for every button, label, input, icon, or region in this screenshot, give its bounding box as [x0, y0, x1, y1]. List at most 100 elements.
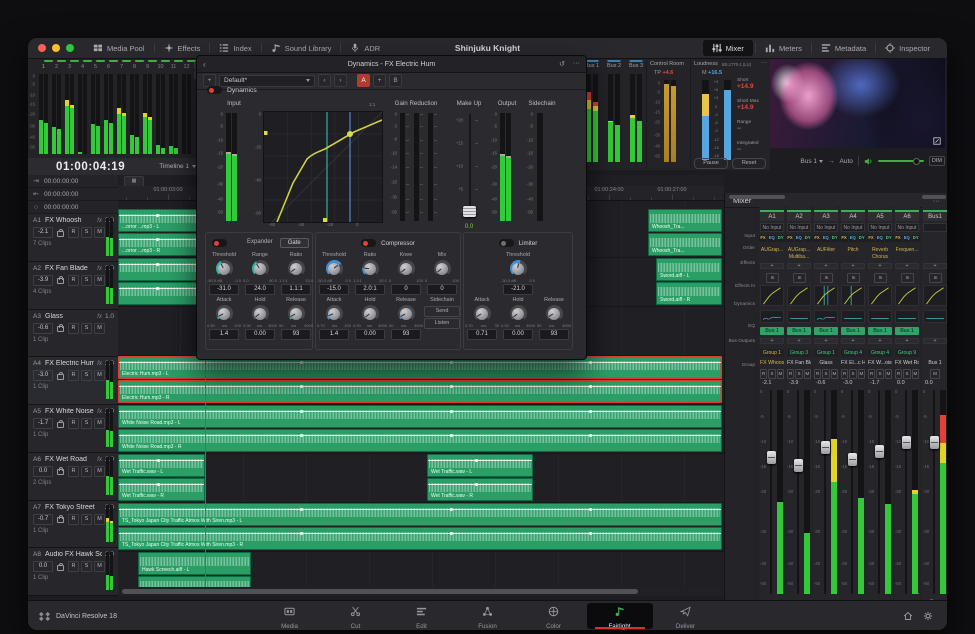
order-fx-chip[interactable]: FX — [759, 235, 766, 242]
automation-point[interactable] — [156, 287, 159, 290]
mixer-input-selector[interactable]: No Input — [787, 223, 811, 232]
audio-clip[interactable]: Hawk Screech.aiff - L — [138, 552, 251, 575]
knob[interactable] — [216, 305, 233, 322]
mixer-eq-thumbnail[interactable] — [923, 310, 947, 323]
reset-icon[interactable]: ↺ — [559, 60, 565, 68]
knob[interactable] — [546, 305, 563, 322]
automation-point[interactable] — [300, 385, 303, 388]
mixer-add-effect-button[interactable]: + — [760, 263, 784, 269]
audio-clip[interactable]: Sword.aiff - L — [656, 258, 722, 281]
fader-handle[interactable] — [930, 436, 939, 449]
toolbar-inspector-button[interactable]: Inspector — [876, 38, 939, 58]
knob[interactable] — [398, 305, 415, 322]
track-m-button[interactable]: M — [94, 275, 105, 286]
knob-value[interactable]: 0.00 — [245, 329, 275, 340]
mixer-strip-bus1[interactable]: Bus1+In+Bus 1M0.00-5-10-15-20-30-40-50 — [922, 207, 947, 600]
mixer-add-effect-button[interactable]: + — [895, 263, 919, 269]
mixer-strip-a5[interactable]: A5No InputFXEQDYReverbChorus+InBus 1+Gro… — [867, 207, 893, 600]
knob-value[interactable]: -15.0 — [319, 284, 349, 295]
mixer-add-bus-button[interactable]: + — [760, 338, 784, 344]
fader-handle[interactable] — [902, 436, 911, 449]
knob[interactable] — [288, 305, 305, 322]
mixer-m-button[interactable]: M — [858, 369, 865, 379]
mixer-eq-thumbnail[interactable] — [868, 310, 892, 323]
track-r-button[interactable]: R — [68, 514, 79, 525]
track-m-button[interactable]: M — [94, 370, 105, 381]
dynamics-enable-toggle[interactable] — [207, 86, 222, 94]
mixer-effect-name[interactable]: Chorus — [868, 254, 892, 261]
audio-clip[interactable]: Electric Hum.mp3 - R — [118, 380, 722, 403]
audio-clip[interactable]: Sword.aiff - R — [656, 282, 722, 305]
mixer-s-button[interactable]: S — [876, 369, 883, 379]
automation-point[interactable] — [589, 361, 592, 364]
scrollbar-thumb[interactable] — [122, 589, 638, 594]
page-tab-media[interactable]: Media — [257, 603, 323, 629]
track-m-button[interactable]: M — [94, 227, 105, 238]
mixer-add-bus-button[interactable]: + — [814, 338, 838, 344]
loudness-reset-button[interactable]: Reset — [732, 158, 766, 169]
mixer-channel-tab[interactable]: A2 — [787, 210, 811, 221]
fader-handle[interactable] — [821, 441, 830, 454]
mixer-input-selector[interactable]: No Input — [841, 223, 865, 232]
fader-handle[interactable] — [848, 453, 857, 466]
audio-clip[interactable]: ...orror ...mp3 - R — [118, 233, 202, 256]
track-r-button[interactable]: R — [68, 418, 79, 429]
mixer-eq-thumbnail[interactable] — [841, 310, 865, 323]
mixer-add-effect-button[interactable]: + — [868, 263, 892, 269]
limiter-enable-toggle[interactable] — [499, 239, 514, 247]
out-point-icon[interactable]: ⇤ — [28, 190, 44, 198]
knob-value[interactable]: 1.1:1 — [281, 284, 311, 295]
mixer-s-button[interactable]: S — [849, 369, 856, 379]
expander-tab[interactable]: Expander — [240, 238, 280, 248]
zoom-window-icon[interactable] — [66, 44, 74, 52]
track-r-button[interactable]: R — [68, 275, 79, 286]
automation-point[interactable] — [156, 238, 159, 241]
mixer-r-button[interactable]: R — [787, 369, 794, 379]
page-tab-deliver[interactable]: Deliver — [653, 603, 719, 629]
fader-handle[interactable] — [875, 445, 884, 458]
mixer-hscroll-thumb[interactable] — [922, 195, 946, 199]
mixer-strip-a2[interactable]: A2No InputFXEQDYAUGrap...Multiba...+InBu… — [786, 207, 812, 600]
track-header-a8[interactable]: A8Audio FX Hawk Screech2.00.0RSM1 Clip — [28, 548, 118, 596]
order-eq-chip[interactable]: EQ — [903, 235, 911, 242]
minimize-window-icon[interactable] — [52, 44, 60, 52]
knob-value[interactable]: 93 — [281, 329, 311, 340]
track-s-button[interactable]: S — [81, 275, 92, 286]
mixer-group-chip[interactable]: Group 4 — [868, 349, 892, 357]
mixer-add-bus-button[interactable]: + — [895, 338, 919, 344]
scroll-down-icon[interactable]: ⌃ — [927, 592, 936, 600]
preset-dropdown[interactable]: Default* — [219, 75, 315, 87]
mixer-s-button[interactable]: S — [795, 369, 802, 379]
audio-clip[interactable] — [118, 282, 202, 305]
track-m-button[interactable]: M — [94, 323, 105, 334]
scroll-up-icon[interactable]: ⌃ — [913, 592, 922, 600]
knob[interactable] — [216, 260, 233, 277]
mixer-bus-output-chip[interactable]: Bus 1 — [868, 327, 892, 335]
audio-clip[interactable]: Whoosh_Tra... — [648, 209, 722, 232]
mixer-eq-thumbnail[interactable] — [895, 310, 919, 323]
mixer-m-button[interactable]: M — [777, 369, 784, 379]
knob-value[interactable]: 2.0:1 — [355, 284, 385, 295]
mixer-channel-tab[interactable]: A5 — [868, 210, 892, 221]
page-tab-cut[interactable]: Cut — [323, 603, 389, 629]
audio-clip[interactable]: White Noise Road.mp3 - R — [118, 429, 722, 452]
knob-value[interactable]: 0.71 — [467, 329, 497, 340]
page-tab-edit[interactable]: Edit — [389, 603, 455, 629]
mixer-m-button[interactable]: M — [831, 369, 838, 379]
mixer-add-bus-button[interactable]: + — [841, 338, 865, 344]
gear-icon[interactable] — [923, 611, 933, 621]
mixer-r-button[interactable]: R — [868, 369, 875, 379]
mixer-group-chip[interactable]: Group 1 — [760, 349, 784, 357]
knob[interactable] — [326, 305, 343, 322]
automation-point[interactable] — [300, 410, 303, 413]
in-point-icon[interactable]: ⇥ — [28, 177, 44, 185]
expander-enable-toggle[interactable] — [212, 239, 227, 247]
track-m-button[interactable]: M — [94, 418, 105, 429]
lock-icon[interactable] — [57, 374, 64, 380]
mixer-add-effect-button[interactable]: + — [814, 263, 838, 269]
mixer-eq-thumbnail[interactable] — [787, 310, 811, 323]
automation-point[interactable] — [300, 532, 303, 535]
automation-point[interactable] — [156, 214, 159, 217]
lock-icon[interactable] — [57, 517, 64, 523]
order-fx-chip[interactable]: FX — [786, 235, 793, 242]
